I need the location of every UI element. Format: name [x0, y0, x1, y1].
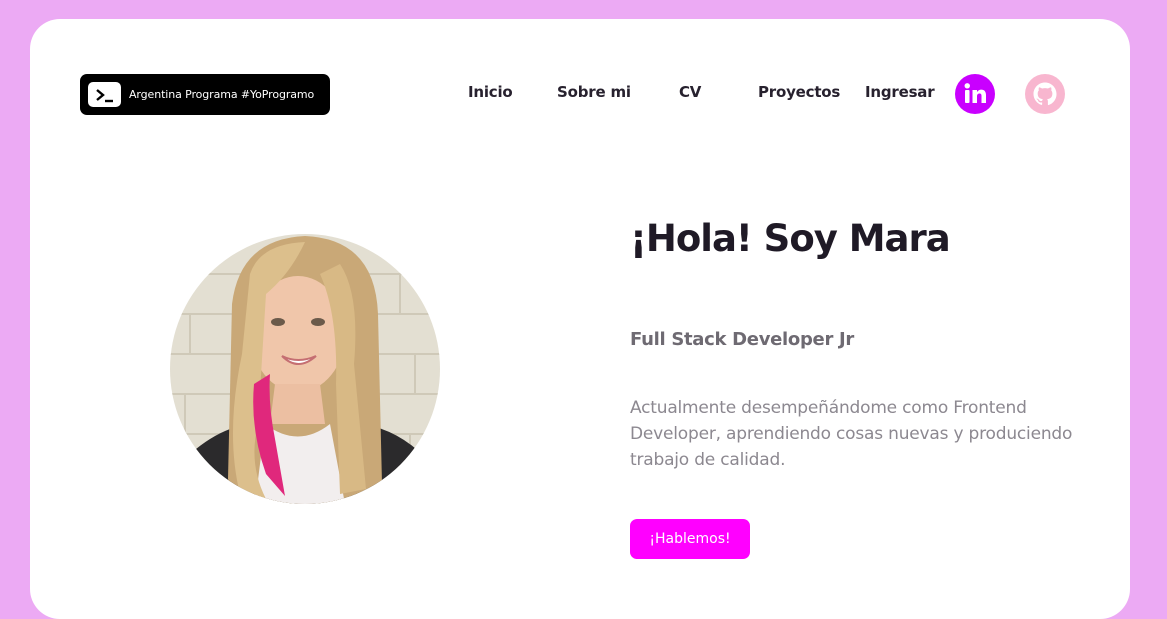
- main-card: Argentina Programa #YoProgramo Inicio So…: [30, 19, 1130, 619]
- hero-description: Actualmente desempeñándome como Frontend…: [630, 398, 1073, 470]
- terminal-icon: [88, 82, 121, 107]
- linkedin-button[interactable]: [955, 74, 995, 114]
- nav-item-cv[interactable]: CV: [679, 83, 701, 101]
- logo[interactable]: Argentina Programa #YoProgramo: [80, 74, 330, 115]
- nav-item-ingresar[interactable]: Ingresar: [865, 83, 935, 101]
- nav-item-sobre-mi[interactable]: Sobre mi: [557, 83, 631, 101]
- profile-photo: [170, 234, 440, 504]
- github-button[interactable]: [1025, 74, 1065, 114]
- nav-item-proyectos[interactable]: Proyectos: [758, 83, 840, 101]
- linkedin-icon: [964, 83, 986, 103]
- github-icon: [1033, 82, 1057, 106]
- logo-text: Argentina Programa #YoProgramo: [129, 88, 315, 101]
- contact-button[interactable]: ¡Hablemos!: [630, 519, 750, 559]
- page-title: ¡Hola! Soy Mara: [630, 217, 951, 260]
- nav-item-inicio[interactable]: Inicio: [468, 83, 513, 101]
- role-subtitle: Full Stack Developer Jr: [630, 329, 854, 350]
